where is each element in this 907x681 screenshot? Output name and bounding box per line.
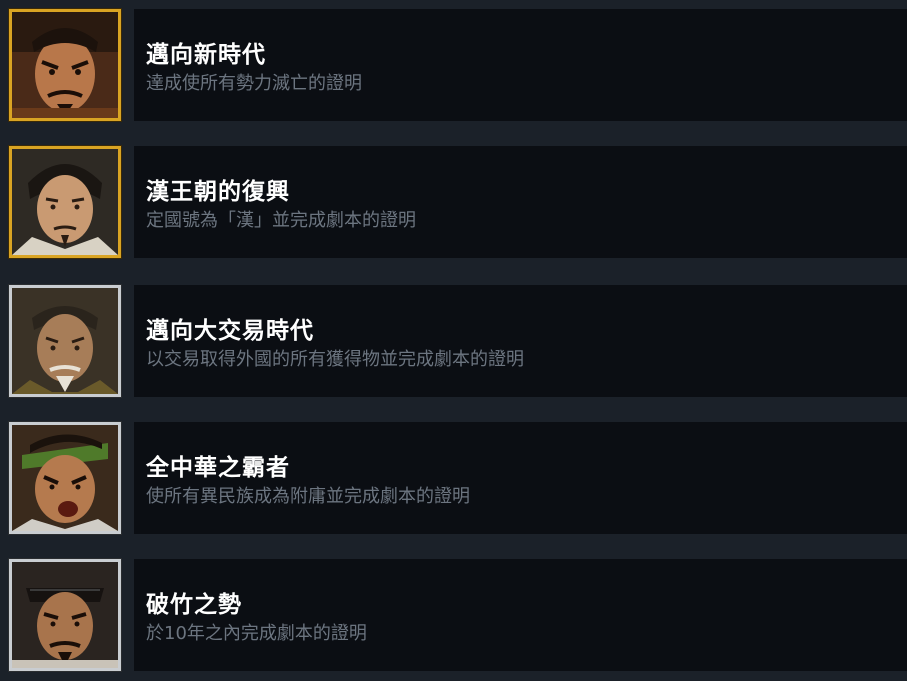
achievement-title: 邁向大交易時代 [146,317,314,344]
achievement-title: 邁向新時代 [146,41,266,68]
achievement-description: 達成使所有勢力滅亡的證明 [146,73,362,94]
achievement-row[interactable]: 破竹之勢 於10年之內完成劇本的證明 [0,559,907,671]
achievement-title: 漢王朝的復興 [146,178,290,205]
portrait-elder-official-icon [9,285,121,397]
achievement-title: 破竹之勢 [146,591,242,618]
achievement-description: 定國號為「漢」並完成劇本的證明 [146,210,416,231]
achievement-list: 邁向新時代 達成使所有勢力滅亡的證明 漢王朝的復興 定國號為「漢」並完成劇本的證… [0,0,907,681]
achievement-panel: 破竹之勢 於10年之內完成劇本的證明 [134,559,907,671]
achievement-panel: 全中華之霸者 使所有異民族成為附庸並完成劇本的證明 [134,422,907,534]
portrait-scholar-general-icon [9,559,121,671]
achievement-description: 以交易取得外國的所有獲得物並完成劇本的證明 [146,349,524,370]
achievement-title: 全中華之霸者 [146,454,290,481]
achievement-row[interactable]: 邁向新時代 達成使所有勢力滅亡的證明 [0,9,907,121]
portrait-han-lord-icon [9,146,121,258]
portrait-warlord-icon [9,9,121,121]
achievement-description: 於10年之內完成劇本的證明 [146,623,367,644]
achievement-panel: 邁向新時代 達成使所有勢力滅亡的證明 [134,9,907,121]
achievement-row[interactable]: 邁向大交易時代 以交易取得外國的所有獲得物並完成劇本的證明 [0,285,907,397]
portrait-shouting-warrior-icon [9,422,121,534]
achievement-panel: 邁向大交易時代 以交易取得外國的所有獲得物並完成劇本的證明 [134,285,907,397]
achievement-row[interactable]: 漢王朝的復興 定國號為「漢」並完成劇本的證明 [0,146,907,258]
achievement-panel: 漢王朝的復興 定國號為「漢」並完成劇本的證明 [134,146,907,258]
achievement-description: 使所有異民族成為附庸並完成劇本的證明 [146,486,470,507]
achievement-row[interactable]: 全中華之霸者 使所有異民族成為附庸並完成劇本的證明 [0,422,907,534]
